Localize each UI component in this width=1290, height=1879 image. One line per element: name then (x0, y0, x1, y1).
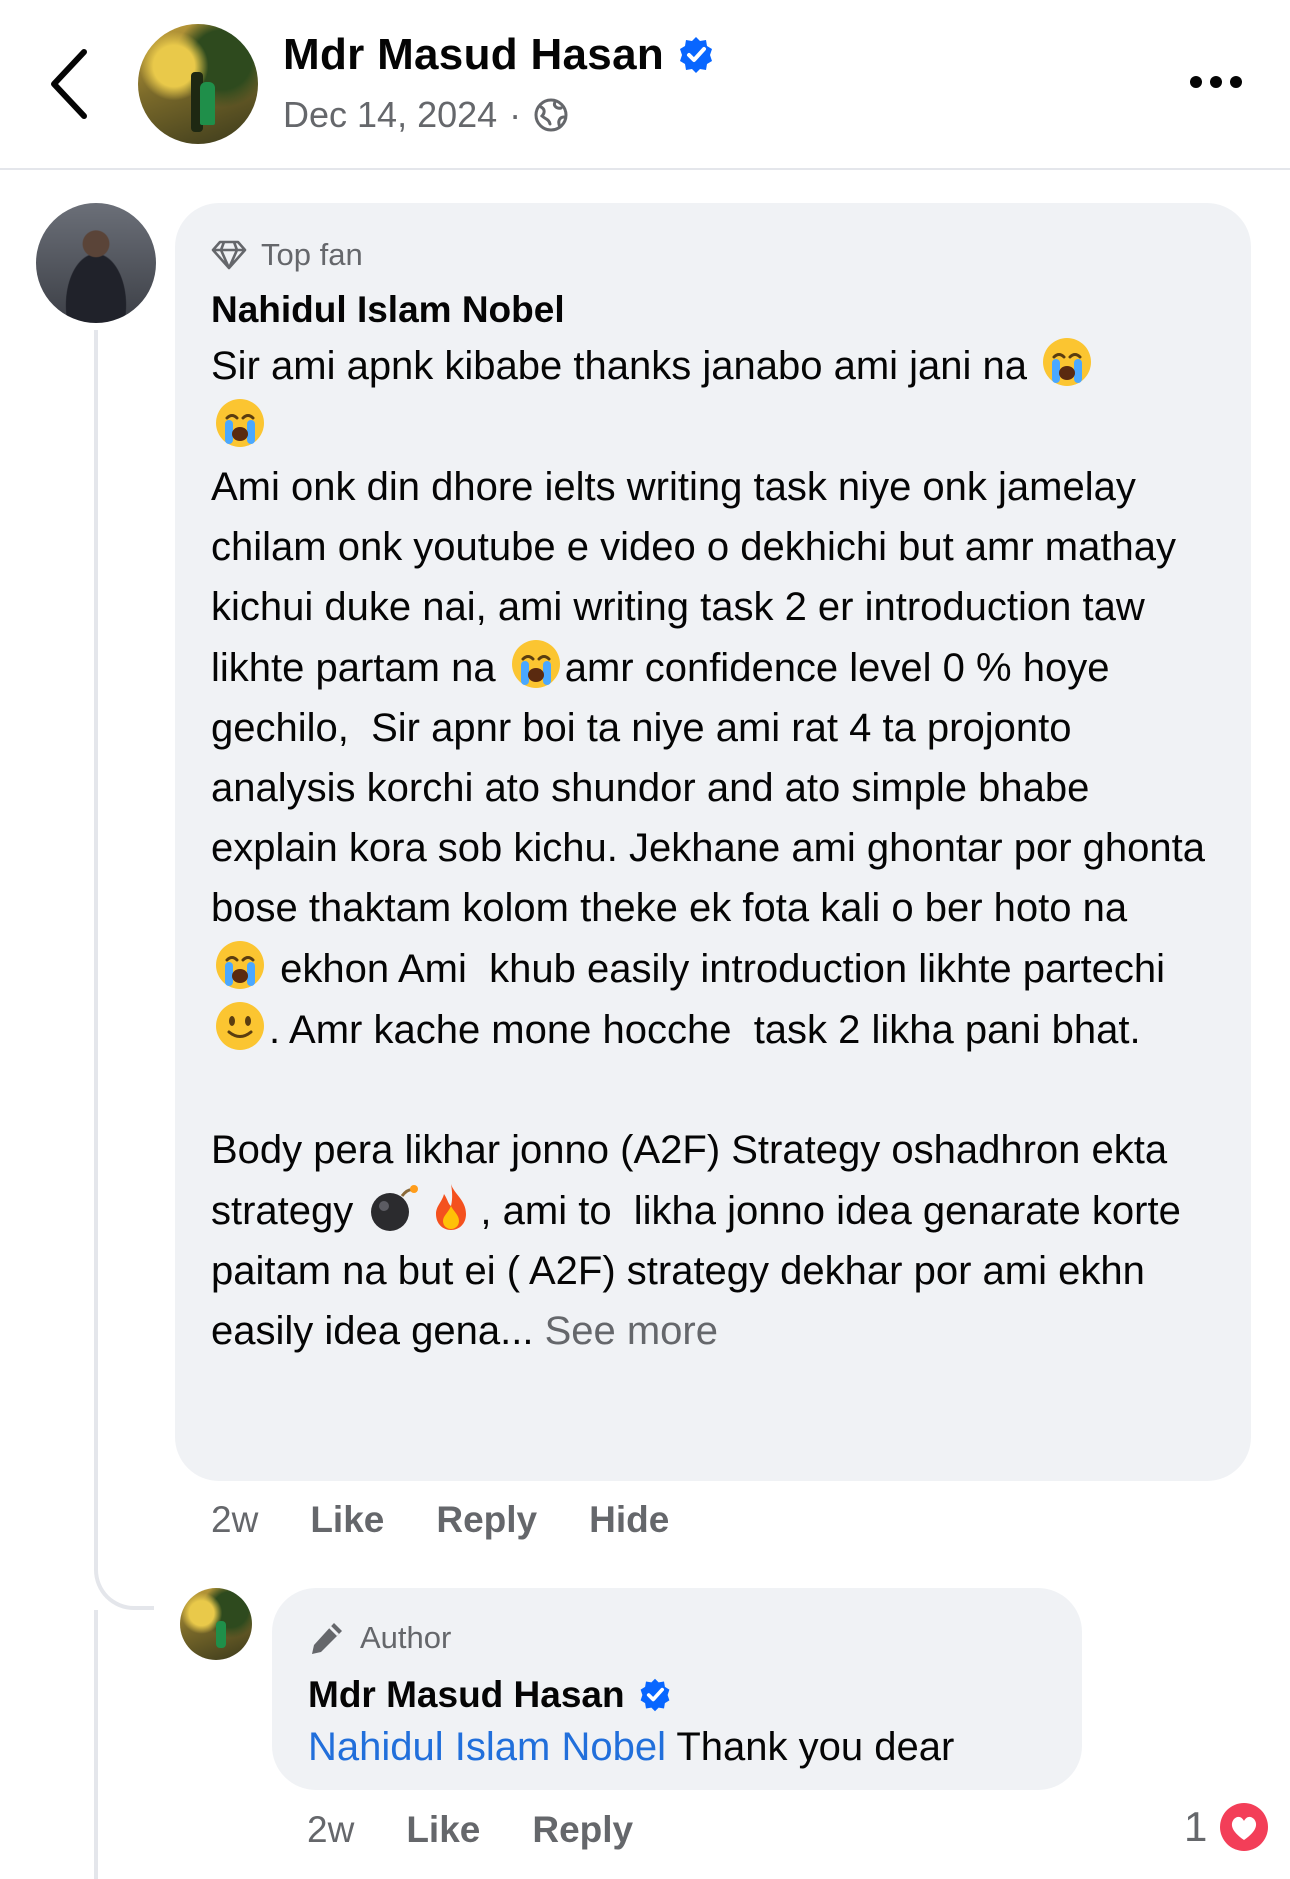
thread-line (94, 330, 98, 1550)
comment-text-part: Sir ami apnk kibabe thanks janabo ami ja… (211, 344, 1039, 388)
loudly-crying-face-emoji (1043, 338, 1092, 386)
comment-text-part: . Amr kache mone hocche task 2 likha pan… (269, 1008, 1141, 1052)
page-name-label: Mdr Masud Hasan (283, 30, 665, 79)
bomb-emoji (371, 1185, 419, 1231)
reply-actions: 2w Like Reply (307, 1809, 633, 1851)
loudly-crying-face-emoji (216, 941, 264, 989)
comment-bubble: Top fan Nahidul Islam Nobel Sir ami apnk… (175, 203, 1251, 1481)
like-button[interactable]: Like (406, 1809, 480, 1851)
mention-link[interactable]: Nahidul Islam Nobel (308, 1725, 666, 1769)
back-chevron-icon (51, 49, 87, 119)
see-more-link[interactable]: See more (545, 1309, 718, 1353)
reaction-summary[interactable]: 1 (1184, 1800, 1272, 1854)
pencil-icon (312, 1623, 342, 1654)
reply-text: Nahidul Islam Nobel Thank you dear (308, 1720, 1046, 1774)
commenter-avatar[interactable] (36, 203, 156, 323)
author-badge: Author (308, 1616, 1046, 1660)
reply-button[interactable]: Reply (532, 1809, 633, 1851)
globe-icon[interactable] (533, 97, 569, 133)
comment-timestamp[interactable]: 2w (211, 1499, 258, 1541)
reply-author-name: Mdr Masud Hasan (308, 1674, 625, 1715)
badge-label: Top fan (261, 237, 363, 272)
page-avatar[interactable] (138, 24, 258, 144)
loudly-crying-face-emoji (216, 399, 264, 447)
reply-button[interactable]: Reply (436, 1499, 537, 1541)
loudly-crying-face-emoji (511, 640, 560, 688)
top-fan-badge: Top fan (211, 233, 1215, 277)
reply-author-avatar[interactable] (180, 1588, 252, 1660)
slightly-smiling-face-emoji (216, 1002, 264, 1050)
more-options-icon[interactable] (1186, 62, 1246, 102)
reply-bubble: Author Mdr Masud Hasan Nahidul Islam Nob… (272, 1588, 1082, 1790)
diamond-icon (211, 240, 247, 270)
page-name[interactable]: Mdr Masud Hasan (283, 30, 716, 80)
post-meta: Dec 14, 2024 · (283, 94, 569, 136)
thread-connector (94, 1550, 154, 1610)
back-button[interactable] (40, 44, 102, 124)
badge-label: Author (360, 1620, 452, 1655)
meta-separator: · (509, 94, 522, 135)
reaction-count: 1 (1184, 1803, 1208, 1850)
reply-text-body: Thank you dear (665, 1725, 955, 1769)
post-date[interactable]: Dec 14, 2024 (283, 94, 497, 136)
hide-button[interactable]: Hide (589, 1499, 669, 1541)
thread-line-continued (94, 1610, 98, 1879)
comment-actions: 2w Like Reply Hide (211, 1499, 669, 1541)
reply-timestamp[interactable]: 2w (307, 1809, 354, 1851)
comment-text-part: ekhon Ami khub easily introduction likht… (269, 947, 1177, 991)
reply-author[interactable]: Mdr Masud Hasan (308, 1670, 1046, 1720)
fire-emoji (436, 1184, 467, 1230)
comment-author[interactable]: Nahidul Islam Nobel (211, 285, 1215, 335)
post-header: Mdr Masud Hasan Dec 14, 2024 · (0, 0, 1290, 170)
comment-text: Sir ami apnk kibabe thanks janabo ami ja… (211, 335, 1215, 1361)
verified-badge-icon (640, 1678, 670, 1712)
heart-reaction-icon (1217, 1800, 1272, 1854)
like-button[interactable]: Like (310, 1499, 384, 1541)
verified-badge-icon (680, 37, 713, 73)
